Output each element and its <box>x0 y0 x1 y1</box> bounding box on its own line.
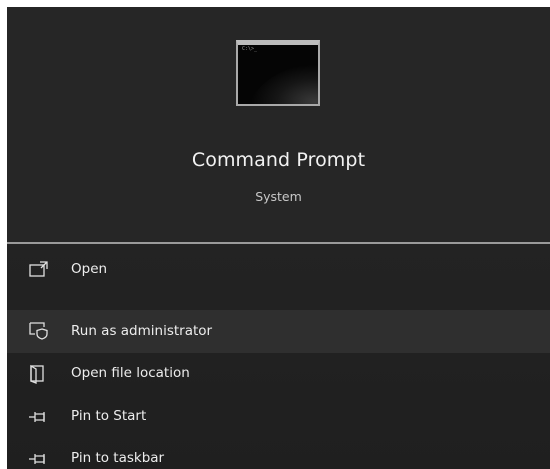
context-menu: Open Run as administrator Open file loca… <box>7 244 550 469</box>
menu-item-label: Pin to taskbar <box>71 450 165 466</box>
menu-item-label: Open <box>71 261 108 277</box>
menu-item-run-as-administrator[interactable]: Run as administrator <box>7 310 550 353</box>
app-header: C:\>_ Command Prompt System <box>7 7 550 242</box>
menu-item-pin-to-start[interactable]: Pin to Start <box>7 397 550 437</box>
app-subtitle: System <box>255 189 302 204</box>
start-jump-panel: C:\>_ Command Prompt System Open Run as … <box>7 7 550 469</box>
open-icon <box>29 261 48 277</box>
run-as-admin-icon <box>29 322 48 340</box>
pin-icon <box>29 412 45 422</box>
pin-icon <box>29 454 45 464</box>
menu-item-label: Run as administrator <box>71 323 213 339</box>
menu-item-label: Pin to Start <box>71 408 147 424</box>
console-window-glyph <box>238 45 318 104</box>
prompt-mark: C:\>_ <box>242 46 258 52</box>
file-location-icon <box>30 364 44 384</box>
menu-item-open[interactable]: Open <box>7 250 550 290</box>
menu-item-label: Open file location <box>71 365 190 381</box>
app-title: Command Prompt <box>191 149 366 171</box>
screen-frame: C:\>_ Command Prompt System Open Run as … <box>0 0 550 469</box>
menu-item-pin-to-taskbar[interactable]: Pin to taskbar <box>7 439 550 469</box>
command-prompt-icon[interactable]: C:\>_ <box>236 40 320 106</box>
menu-item-open-file-location[interactable]: Open file location <box>7 354 550 394</box>
